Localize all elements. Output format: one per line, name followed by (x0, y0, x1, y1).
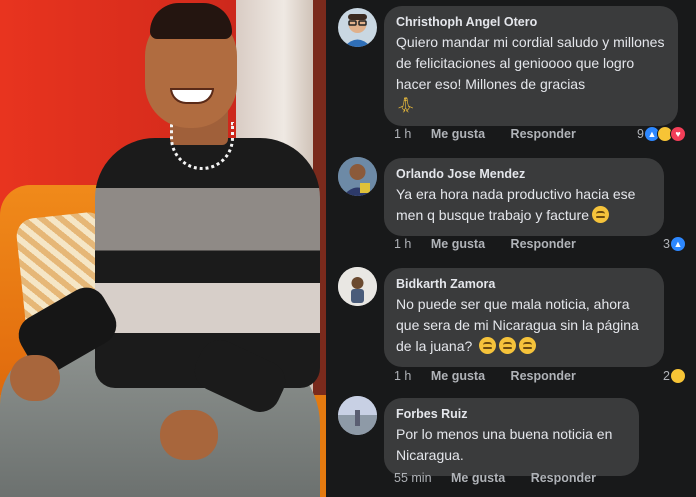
comment-time[interactable]: 55 min (394, 471, 432, 485)
comment-actions: 1 h Me gusta Responder (394, 369, 598, 383)
comment-actions: 1 h Me gusta Responder (394, 127, 598, 141)
comment-author[interactable]: Forbes Ruiz (396, 406, 627, 422)
avatar-photo-icon (338, 267, 377, 306)
disappointed-emoji (519, 337, 537, 354)
comment-actions: 1 h Me gusta Responder (394, 237, 598, 251)
right-hand (160, 410, 218, 460)
avatar[interactable] (338, 8, 377, 47)
like-button[interactable]: Me gusta (451, 471, 505, 485)
comment-bubble: Forbes Ruiz Por lo menos una buena notic… (384, 398, 639, 476)
reply-button[interactable]: Responder (511, 237, 576, 251)
comments-panel: Christhoph Angel Otero Quiero mandar mi … (326, 0, 696, 497)
avatar[interactable] (338, 267, 377, 306)
comment-actions: 55 min Me gusta Responder (394, 471, 618, 485)
like-icon: ▲ (670, 236, 686, 252)
like-button[interactable]: Me gusta (431, 369, 485, 383)
left-hand (10, 355, 60, 401)
praying-hands-emoji: 🙏︎ (396, 97, 416, 114)
reply-button[interactable]: Responder (511, 127, 576, 141)
comment-text: No puede ser que mala noticia, ahora que… (396, 296, 639, 354)
comment-bubble: Bidkarth Zamora No puede ser que mala no… (384, 268, 664, 367)
hair (150, 3, 232, 39)
avatar-cartoon-icon (344, 14, 371, 47)
comment-time[interactable]: 1 h (394, 369, 411, 383)
comment-author[interactable]: Christhoph Angel Otero (396, 14, 666, 30)
comment-author[interactable]: Bidkarth Zamora (396, 276, 652, 292)
photo-young-man-on-orange-couch (0, 0, 326, 497)
comment-text: Quiero mandar mi cordial saludo y millon… (396, 34, 665, 114)
avatar-photo-icon (338, 396, 377, 435)
reaction-count: 2 (663, 369, 670, 383)
avatar[interactable] (338, 396, 377, 435)
comment-author[interactable]: Orlando Jose Mendez (396, 166, 652, 182)
reply-button[interactable]: Responder (511, 369, 576, 383)
avatar-photo-icon (338, 157, 377, 196)
avatar[interactable] (338, 157, 377, 196)
reaction-count: 3 (663, 237, 670, 251)
comment-time[interactable]: 1 h (394, 127, 411, 141)
reaction-summary[interactable]: 9 ▲ ♥ (637, 126, 686, 142)
haha-icon (670, 368, 686, 384)
reaction-summary[interactable]: 3 ▲ (663, 236, 686, 252)
comment-text: Ya era hora nada productivo hacia ese me… (396, 186, 636, 223)
smirk-emoji (592, 206, 610, 223)
reaction-summary[interactable]: 2 (663, 368, 686, 384)
like-button[interactable]: Me gusta (431, 127, 485, 141)
comment-time[interactable]: 1 h (394, 237, 411, 251)
reaction-count: 9 (637, 127, 644, 141)
love-icon: ♥ (670, 126, 686, 142)
disappointed-emoji (499, 337, 517, 354)
comment-text: Por lo menos una buena noticia en Nicara… (396, 426, 613, 463)
like-button[interactable]: Me gusta (431, 237, 485, 251)
comment-bubble: Christhoph Angel Otero Quiero mandar mi … (384, 6, 678, 126)
reply-button[interactable]: Responder (531, 471, 596, 485)
disappointed-emoji (479, 337, 497, 354)
comment-bubble: Orlando Jose Mendez Ya era hora nada pro… (384, 158, 664, 236)
